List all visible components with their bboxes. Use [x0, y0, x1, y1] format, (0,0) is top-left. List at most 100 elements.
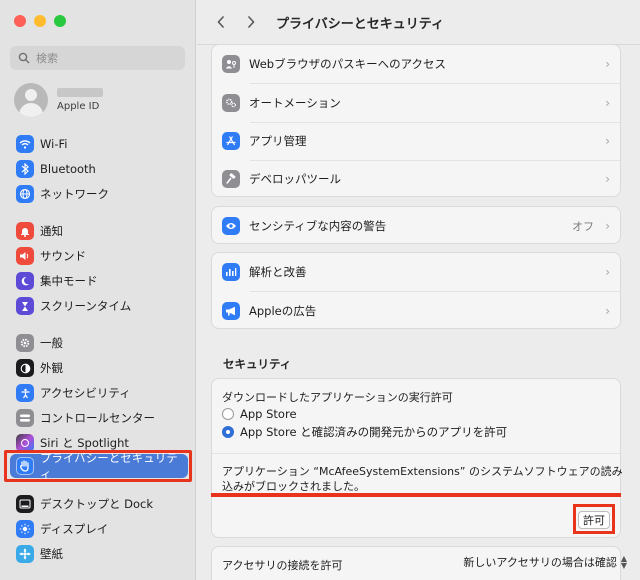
speaker-icon — [16, 247, 34, 265]
chevron-right-icon: › — [605, 96, 610, 110]
sidebar-item-label: 壁紙 — [40, 547, 63, 561]
row-value: オフ — [572, 220, 594, 233]
sidebar-item-label: Siri と Spotlight — [40, 436, 129, 450]
toolbar: プライバシーとセキュリティ — [197, 0, 640, 44]
sidebar-item-label: 通知 — [40, 224, 63, 238]
sidebar-item-notifications[interactable]: 通知 — [10, 219, 188, 243]
chevron-right-icon: › — [605, 304, 610, 318]
sidebar-item-displays[interactable]: ディスプレイ — [10, 517, 188, 541]
hourglass-icon — [16, 297, 34, 315]
apple-id-account[interactable]: Apple ID — [14, 83, 184, 117]
gear-icon — [16, 334, 34, 352]
moon-icon — [16, 272, 34, 290]
wifi-icon — [16, 135, 34, 153]
radio-label: App Store と確認済みの開発元からのアプリを許可 — [240, 425, 508, 439]
radio-app-store-identified[interactable]: App Store と確認済みの開発元からのアプリを許可 — [222, 424, 507, 440]
sidebar-item-label: サウンド — [40, 249, 86, 263]
sidebar-item-wallpaper[interactable]: 壁紙 — [10, 542, 188, 566]
blocked-message-line: 込みがブロックされました。 — [222, 480, 365, 493]
sidebar-item-sound[interactable]: サウンド — [10, 244, 188, 268]
sidebar-item-label: ネットワーク — [40, 187, 109, 201]
radio-button-selected[interactable] — [222, 426, 234, 438]
row-label: センシティブな内容の警告 — [249, 219, 387, 233]
popup-value: 新しいアクセサリの場合は確認 — [463, 556, 617, 569]
row-label: 解析と改善 — [249, 265, 307, 279]
chevron-right-icon: › — [605, 134, 610, 148]
row-app-management[interactable]: アプリ管理 › — [212, 122, 620, 160]
sidebar-item-network[interactable]: ネットワーク — [10, 182, 188, 206]
siri-icon — [16, 434, 34, 452]
sidebar-item-focus[interactable]: 集中モード — [10, 269, 188, 293]
sidebar-item-label: プライバシーとセキュリティ — [39, 451, 178, 481]
sidebar-item-general[interactable]: 一般 — [10, 331, 188, 355]
sidebar-item-screen-time[interactable]: スクリーンタイム — [10, 294, 188, 318]
sidebar-item-bluetooth[interactable]: Bluetooth — [10, 157, 188, 181]
window-controls — [14, 15, 66, 27]
analytics-group: 解析と改善 › Appleの広告 › — [211, 252, 621, 329]
display-icon — [16, 520, 34, 538]
page-title: プライバシーとセキュリティ — [276, 16, 444, 32]
minimize-window-button[interactable] — [34, 15, 46, 27]
row-label: Webブラウザのパスキーへのアクセス — [249, 57, 446, 71]
sidebar-item-label: 外観 — [40, 361, 63, 375]
hammer-icon — [222, 170, 240, 188]
wallpaper-icon — [16, 545, 34, 563]
radio-button[interactable] — [222, 408, 234, 420]
allow-button[interactable]: 許可 — [578, 511, 610, 529]
apple-id-label: Apple ID — [57, 101, 100, 112]
megaphone-icon — [222, 302, 240, 320]
globe-icon — [16, 185, 34, 203]
sidebar-item-label: デスクトップと Dock — [40, 497, 154, 511]
sidebar-item-accessibility[interactable]: アクセシビリティ — [10, 381, 188, 405]
section-title-security: セキュリティ — [223, 357, 292, 371]
row-analytics[interactable]: 解析と改善 › — [212, 253, 620, 291]
row-automation[interactable]: オートメーション › — [212, 84, 620, 122]
sidebar-item-label: Wi-Fi — [40, 137, 68, 151]
passkey-icon — [222, 55, 240, 73]
forward-button[interactable] — [240, 11, 262, 33]
sidebar-item-label: ディスプレイ — [40, 522, 109, 536]
sidebar-item-wifi[interactable]: Wi-Fi — [10, 132, 188, 156]
sidebar-item-label: Bluetooth — [40, 162, 96, 176]
blocked-message-line: アプリケーション “McAfeeSystemExtensions” のシステムソ… — [222, 465, 623, 478]
chevron-right-icon: › — [605, 265, 610, 279]
chevron-right-icon: › — [605, 57, 610, 71]
sidebar-item-privacy-security[interactable]: プライバシーとセキュリティ — [10, 451, 188, 481]
row-label: デベロッパツール — [249, 172, 341, 186]
search-input[interactable]: 検索 — [10, 46, 185, 70]
appearance-icon — [16, 359, 34, 377]
close-window-button[interactable] — [14, 15, 26, 27]
divider — [212, 453, 620, 454]
highlight-annotation-underline — [211, 493, 621, 497]
row-sensitive-content-warning[interactable]: センシティブな内容の警告 オフ › — [212, 207, 620, 245]
accessory-popup[interactable]: 新しいアクセサリの場合は確認 ▲ ▼ — [463, 554, 627, 570]
row-developer-tools[interactable]: デベロッパツール › — [212, 160, 620, 198]
chart-icon — [222, 263, 240, 281]
chevron-right-icon: › — [605, 172, 610, 186]
search-icon — [18, 52, 30, 64]
radio-label: App Store — [240, 407, 297, 421]
blocked-extension-message: アプリケーション “McAfeeSystemExtensions” のシステムソ… — [222, 464, 623, 494]
dock-icon — [16, 495, 34, 513]
sidebar-item-label: 一般 — [40, 336, 63, 350]
main-pane: プライバシーとセキュリティ Webブラウザのパスキーへのアクセス › オートメー… — [197, 0, 640, 580]
back-button[interactable] — [210, 11, 232, 33]
avatar — [14, 83, 48, 117]
row-label: オートメーション — [249, 96, 341, 110]
sidebar-item-label: コントロールセンター — [40, 411, 155, 425]
sidebar-item-appearance[interactable]: 外観 — [10, 356, 188, 380]
sidebar-item-label: スクリーンタイム — [40, 299, 132, 313]
sidebar: 検索 Apple ID Wi-Fi Bluetooth ネットワーク 通知 サウ… — [0, 0, 196, 580]
row-passkey-access[interactable]: Webブラウザのパスキーへのアクセス › — [212, 45, 620, 83]
sidebar-item-desktop-dock[interactable]: デスクトップと Dock — [10, 492, 188, 516]
row-apple-advertising[interactable]: Appleの広告 › — [212, 292, 620, 330]
control-center-icon — [16, 409, 34, 427]
zoom-window-button[interactable] — [54, 15, 66, 27]
sidebar-item-control-center[interactable]: コントロールセンター — [10, 406, 188, 430]
radio-app-store[interactable]: App Store — [222, 407, 297, 421]
search-placeholder: 検索 — [36, 52, 58, 65]
sidebar-item-label: アクセシビリティ — [40, 386, 131, 400]
gears-icon — [222, 94, 240, 112]
sensitive-content-group: センシティブな内容の警告 オフ › — [211, 206, 621, 244]
bluetooth-icon — [16, 160, 34, 178]
